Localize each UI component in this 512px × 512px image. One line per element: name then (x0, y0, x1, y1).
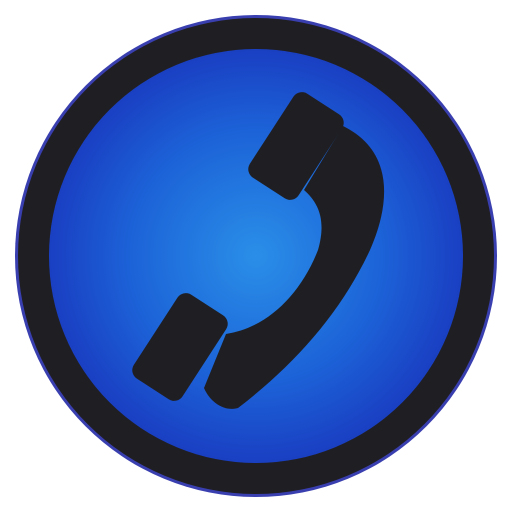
phone-icon (15, 15, 497, 497)
phone-app-icon[interactable] (0, 0, 512, 512)
blue-disc (49, 49, 463, 463)
